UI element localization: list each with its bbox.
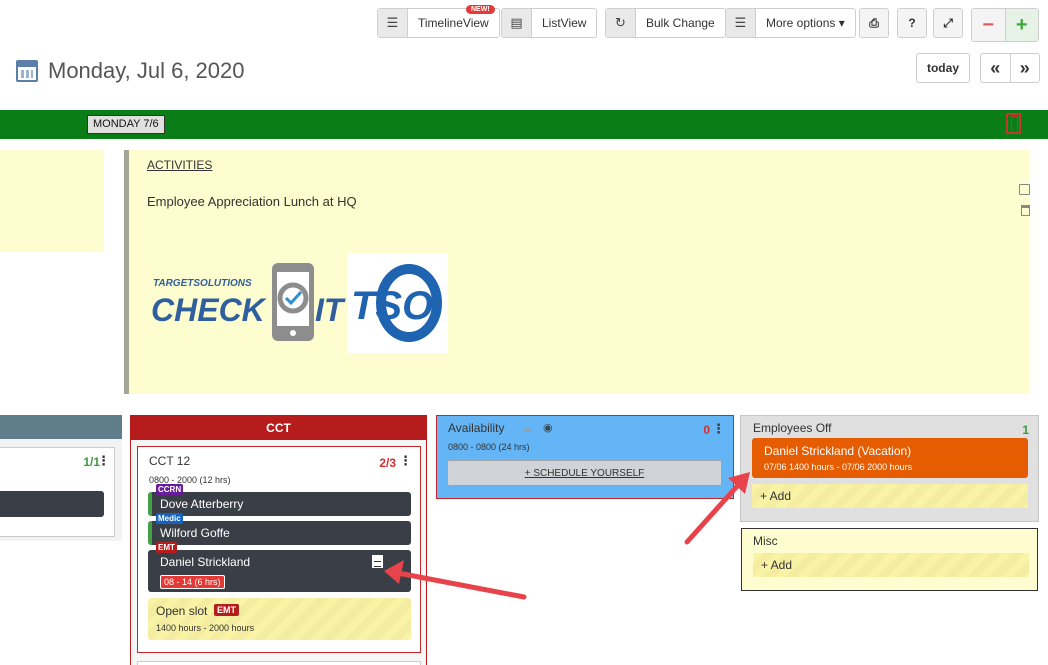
activities-panel: ACTIVITIES Employee Appreciation Lunch a…	[124, 150, 1030, 394]
print-button[interactable]: ⎙	[859, 8, 889, 38]
timeline-view-button[interactable]: ☰ TimelineView NEW!	[377, 5, 500, 38]
zoom-controls: − +	[971, 8, 1039, 42]
next-day-button[interactable]: »	[1011, 54, 1040, 82]
zoom-in-button[interactable]: +	[1005, 9, 1038, 41]
left-column: 1/1 ⋮	[0, 415, 122, 541]
fullscreen-button[interactable]: ⤢	[933, 8, 963, 38]
activity-text: Employee Appreciation Lunch at HQ	[147, 194, 357, 209]
left-unit-card[interactable]: 1/1 ⋮	[0, 447, 115, 537]
certification-badge: CCRN	[156, 484, 184, 495]
tso-logo-text: TSO	[351, 284, 433, 328]
availability-title: Availability	[448, 421, 505, 435]
certification-badge: Medic	[156, 513, 183, 524]
bulk-change-label: Bulk Change	[646, 16, 715, 30]
unit-name: CCT 12	[149, 454, 191, 468]
certification-badge: EMT	[156, 542, 177, 553]
door-icon[interactable]	[1006, 113, 1021, 134]
page-title: Monday, Jul 6, 2020	[48, 58, 245, 83]
unit-card-cct-12[interactable]: CCT 12 2/3 ⋮ 0800 - 2000 (12 hrs) CCRN D…	[137, 446, 421, 653]
checkit-logo-left-text: CHECK	[151, 292, 268, 328]
employees-off-add-button[interactable]: + Add	[752, 484, 1028, 508]
staff-name: Dove Atterberry	[160, 497, 244, 511]
availability-hours: 0800 - 0800 (24 hrs)	[448, 442, 530, 452]
list-icon: ☰	[378, 9, 408, 37]
checkit-logo: TARGETSOLUTIONS CHECK IT	[151, 263, 346, 341]
cct-column: CCT CCT 12 2/3 ⋮ 0800 - 2000 (12 hrs) CC…	[130, 415, 427, 665]
list-view-button[interactable]: ▤ ListView	[501, 8, 598, 38]
note-icon[interactable]	[1019, 184, 1030, 195]
print-icon: ⎙	[869, 15, 879, 30]
staff-name: Wilford Goffe	[160, 526, 230, 540]
list-view-label: ListView	[542, 16, 587, 30]
staff-name: Daniel Strickland	[160, 555, 251, 569]
zoom-out-button[interactable]: −	[972, 9, 1006, 41]
open-slot-hours: 1400 hours - 2000 hours	[156, 623, 255, 633]
kebab-menu-icon[interactable]: ⋮	[399, 453, 412, 469]
cct-column-header: CCT	[131, 416, 426, 440]
expand-icon: ⤢	[943, 15, 953, 30]
calendar-icon	[16, 60, 38, 82]
availability-column: Availability ☁ ◉ 0 ⋮ 0800 - 0800 (24 hrs…	[436, 415, 734, 499]
checkit-logo-top-text: TARGETSOLUTIONS	[153, 278, 252, 289]
misc-column: Misc + Add	[741, 528, 1038, 591]
help-button[interactable]: ?	[897, 8, 927, 38]
left-staff-bar[interactable]	[0, 491, 104, 517]
help-icon: ?	[908, 16, 916, 30]
misc-add-button[interactable]: + Add	[753, 553, 1029, 577]
employees-off-title: Employees Off	[753, 421, 832, 435]
schedule-yourself-button[interactable]: + SCHEDULE YOURSELF	[447, 460, 722, 486]
new-badge: NEW!	[466, 5, 495, 14]
trash-icon[interactable]	[1021, 205, 1030, 216]
tso-logo: TSO	[347, 253, 448, 353]
refresh-icon: ↻	[606, 9, 636, 37]
certification-badge: EMT	[214, 604, 239, 616]
more-options-label: More options ▾	[766, 16, 845, 30]
date-navigation: « »	[980, 53, 1040, 83]
next-unit-card[interactable]	[137, 661, 421, 665]
misc-title: Misc	[753, 534, 778, 548]
timeline-view-label: TimelineView	[418, 16, 489, 30]
today-button[interactable]: today	[916, 53, 970, 83]
day-label[interactable]: MONDAY 7/6	[87, 115, 165, 134]
eye-icon[interactable]: ◉	[543, 421, 553, 434]
checkit-logo-right-text: IT	[315, 292, 346, 328]
staff-row[interactable]: CCRN Dove Atterberry	[148, 484, 411, 516]
employees-off-count: 1	[1022, 423, 1029, 437]
vacation-entry-dates: 07/06 1400 hours - 07/06 2000 hours	[764, 462, 913, 472]
more-options-button[interactable]: ☰ More options ▾	[725, 8, 856, 38]
previous-day-button[interactable]: «	[981, 54, 1011, 82]
menu-icon: ☰	[726, 9, 756, 37]
employees-off-column: Employees Off 1 Daniel Strickland (Vacat…	[740, 415, 1039, 522]
staff-row[interactable]: EMT Daniel Strickland 08 - 14 (6 hrs)	[148, 542, 411, 592]
bulk-change-button[interactable]: ↻ Bulk Change	[605, 8, 726, 38]
availability-count: 0	[703, 423, 710, 437]
open-slot[interactable]: Open slot EMT 1400 hours - 2000 hours	[148, 598, 411, 640]
database-icon: ▤	[502, 9, 532, 37]
document-icon[interactable]	[372, 555, 383, 568]
open-slot-label: Open slot	[156, 604, 208, 618]
partial-shift-hours: 08 - 14 (6 hrs)	[160, 575, 225, 589]
kebab-menu-icon[interactable]: ⋮	[712, 421, 725, 437]
vacation-entry[interactable]: Daniel Strickland (Vacation) 07/06 1400 …	[752, 438, 1028, 478]
vacation-entry-name: Daniel Strickland (Vacation)	[764, 444, 912, 458]
cloud-icon[interactable]: ☁	[521, 422, 532, 435]
left-column-header	[0, 415, 122, 439]
activities-heading[interactable]: ACTIVITIES	[147, 158, 212, 172]
unit-count: 2/3	[379, 456, 396, 470]
left-activity-panel	[0, 150, 104, 252]
staff-row[interactable]: Medic Wilford Goffe	[148, 513, 411, 545]
kebab-menu-icon[interactable]: ⋮	[97, 453, 110, 469]
